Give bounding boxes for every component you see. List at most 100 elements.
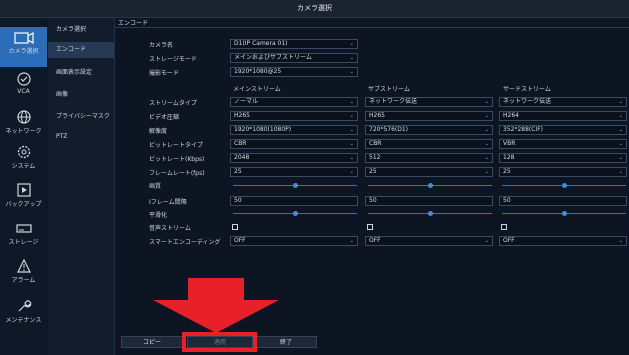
bitrate-select-sub[interactable]: 512 ⌄	[365, 153, 493, 163]
chevron-down-icon: ⌄	[618, 238, 623, 244]
frame-rate-select-sub[interactable]: 25 ⌄	[365, 167, 493, 177]
nav-item-camera[interactable]: カメラ選択	[0, 27, 47, 67]
i-frame-label: Iフレーム間隔	[149, 199, 187, 206]
frame-rate-select-main[interactable]: 25 ⌄	[230, 167, 358, 177]
chevron-down-icon: ⌄	[349, 155, 354, 161]
quality-label: 画質	[149, 183, 162, 190]
chevron-down-icon: ⌄	[618, 141, 623, 147]
sub-nav: カメラ選択 エンコード 画面表示設定 画像 プライバシーマスク PTZ	[48, 18, 115, 355]
chevron-down-icon: ⌄	[349, 99, 354, 105]
smoothing-label: 平滑化	[149, 212, 168, 219]
video-codec-select-sub[interactable]: H265 ⌄	[365, 111, 493, 121]
bitrate-type-select-main[interactable]: CBR ⌄	[230, 139, 358, 149]
globe-icon	[16, 110, 31, 124]
slider-handle[interactable]	[561, 183, 567, 188]
storage-mode-select[interactable]: メインおよびサブストリーム ⌄	[230, 53, 358, 63]
nav-item-alarm[interactable]: アラーム	[0, 254, 47, 294]
stream-type-label: ストリームタイプ	[149, 100, 197, 107]
quality-slider-sub[interactable]	[368, 183, 492, 188]
slider-handle[interactable]	[292, 183, 298, 188]
nav-item-network[interactable]: ネットワーク	[0, 105, 47, 145]
frame-rate-select-third[interactable]: 25 ⌄	[499, 167, 627, 177]
bitrate-type-label: ビットレートタイプ	[149, 142, 204, 149]
slider-handle[interactable]	[561, 211, 567, 216]
nav-label-camera: カメラ選択	[8, 48, 39, 55]
nav-label-storage: ストレージ	[8, 239, 39, 246]
chevron-down-icon: ⌄	[349, 55, 354, 61]
camera-name-select[interactable]: D1(IP Camera 01) ⌄	[230, 39, 358, 49]
audio-stream-label: 音声ストリーム	[149, 225, 191, 232]
quality-slider-third[interactable]	[502, 183, 626, 188]
column-header-third: サードストリーム	[503, 86, 551, 93]
audio-stream-checkbox-sub[interactable]	[367, 224, 373, 230]
copy-button[interactable]: コピー	[121, 336, 183, 348]
vca-icon	[16, 72, 31, 86]
resolution-select-third[interactable]: 352*288(CIF) ⌄	[499, 125, 627, 135]
stream-type-select-main[interactable]: ノーマル ⌄	[230, 97, 358, 107]
gear-icon	[17, 145, 30, 159]
chevron-down-icon: ⌄	[484, 155, 489, 161]
i-frame-input-third[interactable]: 50	[499, 196, 627, 206]
subnav-item-camera[interactable]: カメラ選択	[48, 22, 114, 38]
i-frame-input-sub[interactable]: 50	[365, 196, 493, 206]
subnav-item-display[interactable]: 画面表示設定	[48, 65, 114, 81]
video-codec-select-main[interactable]: H265 ⌄	[230, 111, 358, 121]
smart-encoding-select-main[interactable]: OFF ⌄	[230, 236, 358, 246]
tab-encode[interactable]: エンコード	[118, 18, 148, 27]
resolution-select-sub[interactable]: 720*576(D1) ⌄	[365, 125, 493, 135]
subnav-item-ptz[interactable]: PTZ	[48, 129, 114, 145]
nav-label-backup: バックアップ	[5, 201, 42, 208]
smoothing-slider-sub[interactable]	[368, 211, 492, 216]
frame-rate-label: フレームレート(fps)	[149, 170, 205, 177]
storage-mode-label: ストレージモード	[149, 56, 197, 63]
smart-encoding-label: スマートエンコーディング	[149, 239, 221, 246]
slider-handle[interactable]	[427, 211, 433, 216]
apply-highlight-box	[182, 332, 257, 352]
nav-item-system[interactable]: システム	[0, 140, 47, 180]
smoothing-slider-main[interactable]	[233, 211, 357, 216]
smoothing-slider-third[interactable]	[502, 211, 626, 216]
resolution-select-main[interactable]: 1920*1080(1080P) ⌄	[230, 125, 358, 135]
smart-encoding-select-third[interactable]: OFF ⌄	[499, 236, 627, 246]
subnav-item-encode[interactable]: エンコード	[48, 42, 114, 58]
nav-label-system: システム	[11, 163, 36, 170]
subnav-item-privacy-mask[interactable]: プライバシーマスク	[48, 109, 114, 125]
chevron-down-icon: ⌄	[484, 238, 489, 244]
chevron-down-icon: ⌄	[618, 113, 623, 119]
stream-type-select-sub[interactable]: ネットワーク伝送 ⌄	[365, 97, 493, 107]
chevron-down-icon: ⌄	[349, 127, 354, 133]
resolution-label: 解像度	[149, 128, 168, 135]
tab-divider	[115, 27, 629, 28]
left-nav: カメラ選択 VCA ネットワーク システム バックアップ ストレージ アラーム …	[0, 18, 47, 355]
nav-label-network: ネットワーク	[5, 128, 42, 135]
nav-item-vca[interactable]: VCA	[0, 67, 47, 107]
bitrate-type-select-third[interactable]: VBR ⌄	[499, 139, 627, 149]
nav-item-maintenance[interactable]: メンテナンス	[0, 294, 47, 334]
nav-item-storage[interactable]: ストレージ	[0, 216, 47, 256]
audio-stream-checkbox-third[interactable]	[501, 224, 507, 230]
nav-item-backup[interactable]: バックアップ	[0, 178, 47, 218]
quality-slider-main[interactable]	[233, 183, 357, 188]
storage-icon	[15, 224, 32, 233]
chevron-down-icon: ⌄	[349, 169, 354, 175]
audio-stream-checkbox-main[interactable]	[232, 224, 238, 230]
red-arrow-annotation	[153, 278, 279, 333]
stream-type-select-third[interactable]: ネットワーク伝送 ⌄	[499, 97, 627, 107]
video-codec-select-third[interactable]: H264 ⌄	[499, 111, 627, 121]
chevron-down-icon: ⌄	[484, 127, 489, 133]
capture-mode-label: 撮影モード	[149, 70, 180, 77]
smart-encoding-select-sub[interactable]: OFF ⌄	[365, 236, 493, 246]
capture-mode-select[interactable]: 1920*1080@25 ⌄	[230, 67, 358, 77]
slider-handle[interactable]	[292, 211, 298, 216]
window-title: カメラ選択	[0, 0, 629, 18]
chevron-down-icon: ⌄	[618, 127, 623, 133]
i-frame-input-main[interactable]: 50	[230, 196, 358, 206]
subnav-item-image[interactable]: 画像	[48, 87, 114, 103]
bitrate-select-third[interactable]: 128 ⌄	[499, 153, 627, 163]
nav-label-alarm: アラーム	[11, 277, 36, 284]
exit-button[interactable]: 終了	[255, 336, 317, 348]
bitrate-type-select-sub[interactable]: CBR ⌄	[365, 139, 493, 149]
chevron-down-icon: ⌄	[349, 69, 354, 75]
slider-handle[interactable]	[427, 183, 433, 188]
bitrate-select-main[interactable]: 2048 ⌄	[230, 153, 358, 163]
